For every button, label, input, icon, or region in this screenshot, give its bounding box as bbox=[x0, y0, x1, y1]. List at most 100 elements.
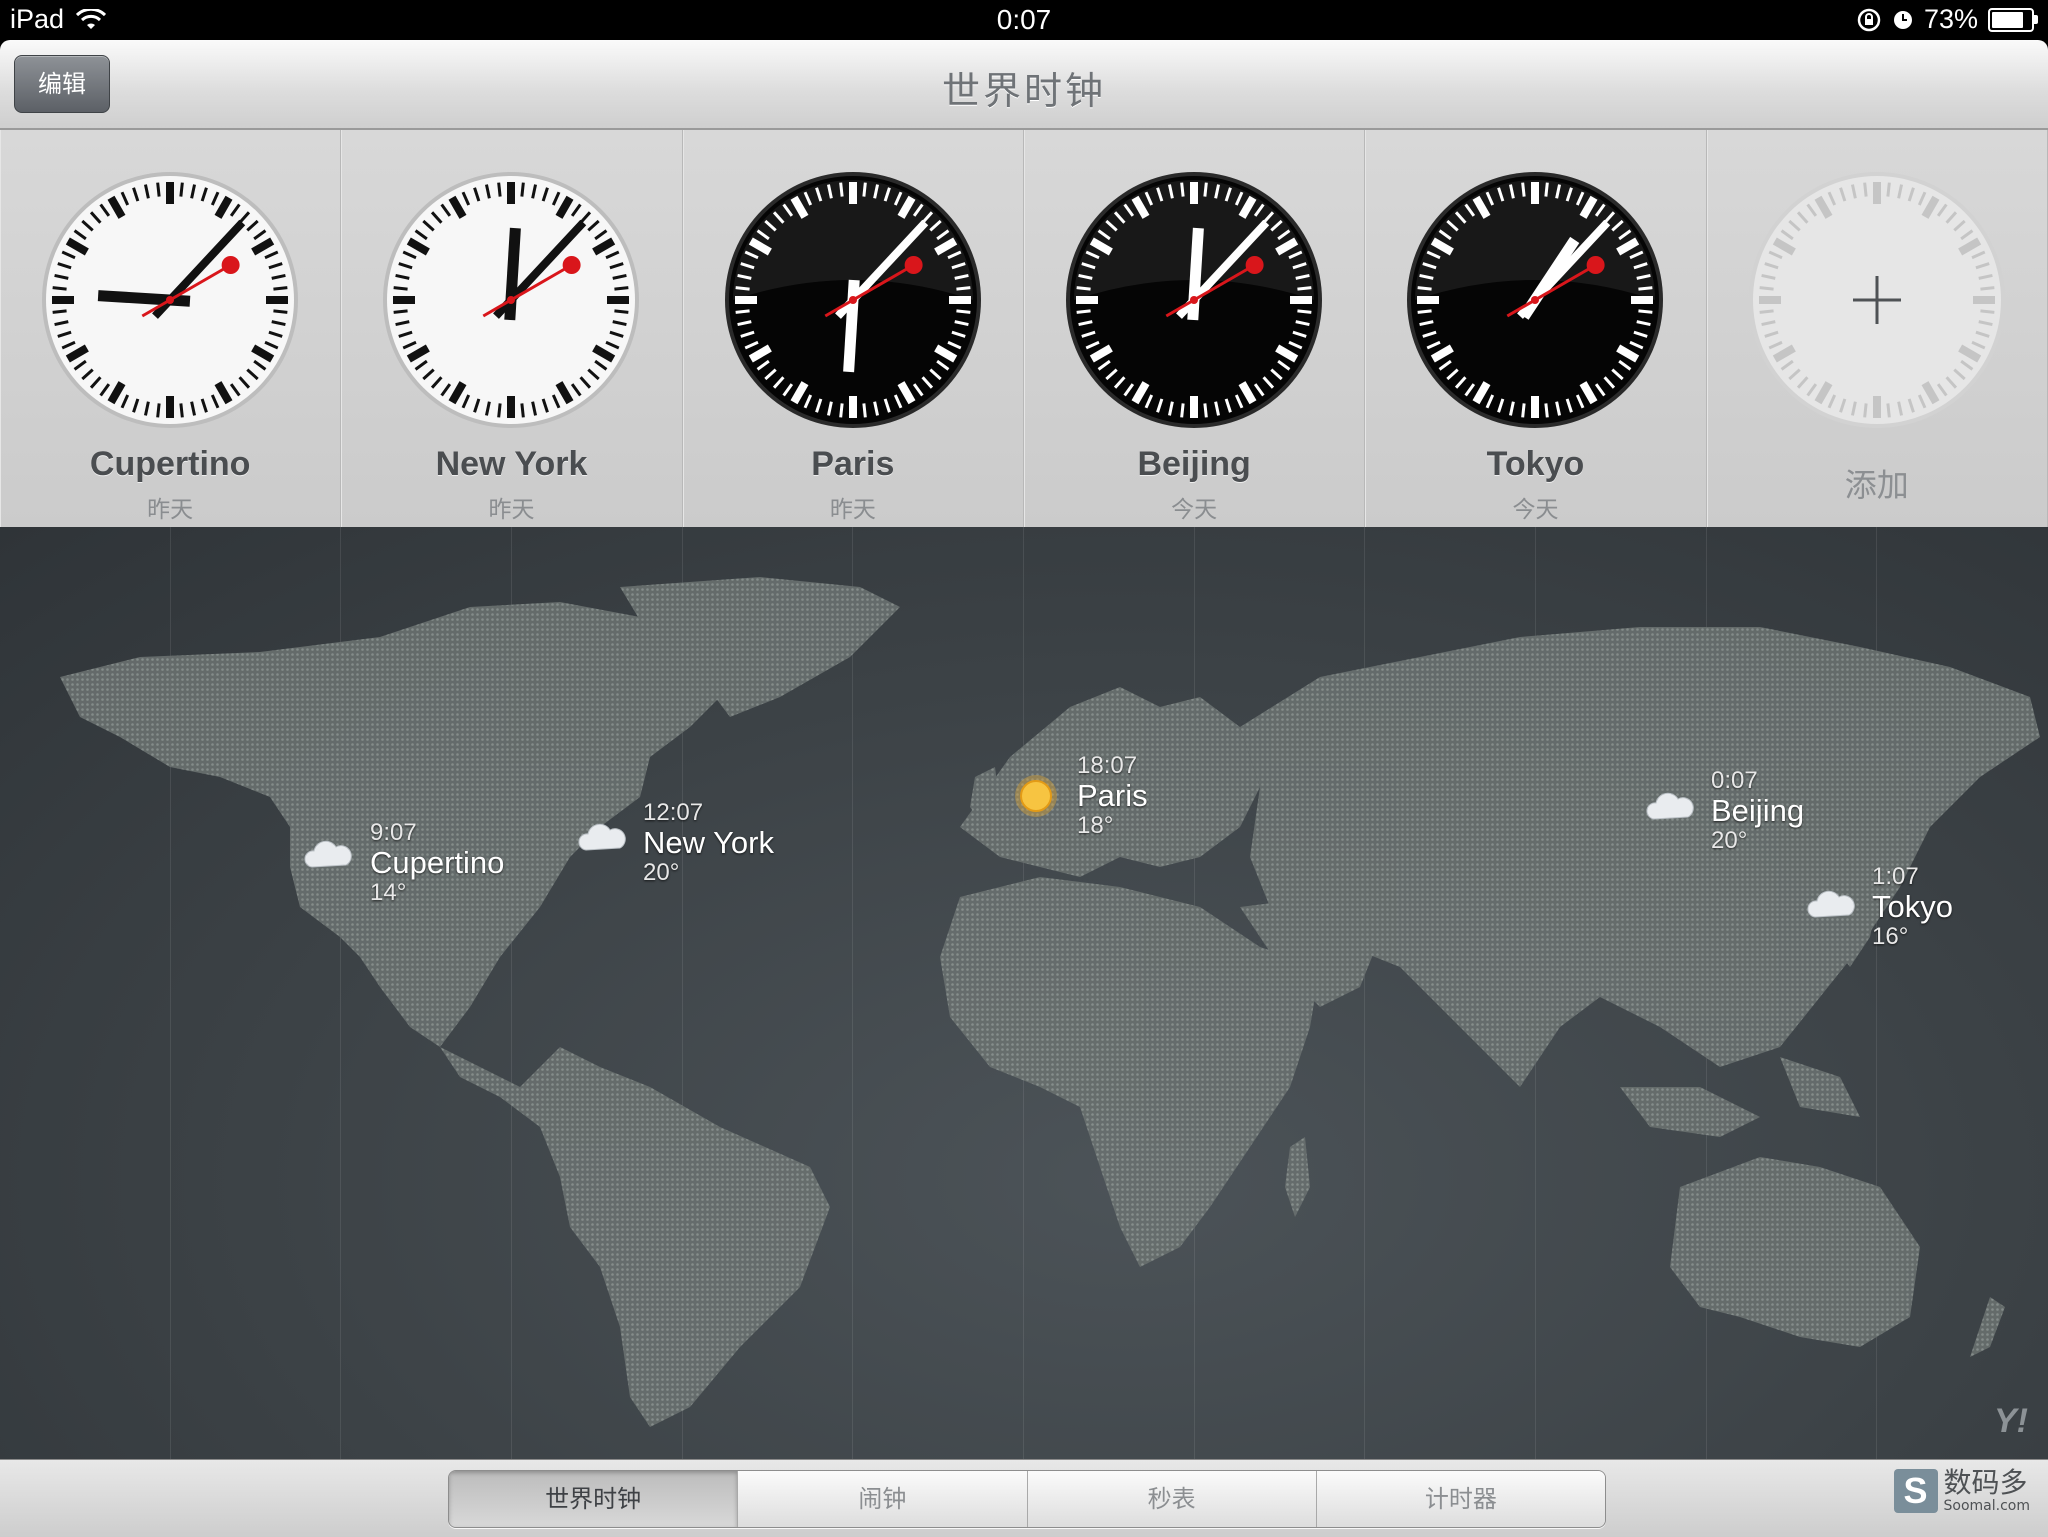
clock-center bbox=[507, 296, 516, 304]
soomal-logo-icon: S bbox=[1893, 1469, 1938, 1513]
clock-cell[interactable]: Beijing 今天 bbox=[1024, 130, 1366, 527]
clock-center bbox=[848, 296, 857, 304]
minute-tick bbox=[156, 403, 161, 418]
clock-cell[interactable]: New York 昨天 bbox=[341, 130, 683, 527]
add-clock-button[interactable]: 添加 bbox=[1707, 130, 2048, 527]
clock-day-label: 昨天 bbox=[488, 497, 535, 523]
pin-time: 18:07 bbox=[1077, 752, 1138, 779]
clock-day-label: 今天 bbox=[1171, 497, 1218, 523]
minute-tick bbox=[862, 182, 867, 197]
clock-cell[interactable]: Tokyo 今天 bbox=[1365, 130, 1707, 527]
minute-tick bbox=[1297, 309, 1312, 314]
watermark: S 数码多 Soomal.com bbox=[1893, 1468, 2030, 1514]
minute-tick bbox=[955, 286, 971, 291]
clock-cell[interactable]: Paris 昨天 bbox=[683, 130, 1024, 527]
pin-city: Paris bbox=[1077, 778, 1148, 813]
sun-icon bbox=[1015, 775, 1057, 817]
analog-clock bbox=[42, 172, 298, 428]
minute-tick bbox=[1297, 286, 1312, 291]
map-pin-new-york[interactable]: 12:07 New York 20° bbox=[643, 799, 774, 887]
clock-strip: Cupertino 昨天 New York 昨天 Paris 昨天 Beijin… bbox=[0, 130, 2048, 529]
analog-clock bbox=[724, 172, 981, 428]
minute-tick bbox=[393, 286, 409, 291]
second-hand-dot bbox=[1245, 256, 1264, 274]
minute-tick bbox=[1417, 286, 1433, 291]
clock-city-name: New York bbox=[435, 445, 588, 483]
tab-world-clock[interactable]: 世界时钟 bbox=[449, 1471, 739, 1527]
world-map: 9:07 Cupertino 14° 12:07 New York 20° 18… bbox=[0, 527, 2048, 1459]
map-pin-cupertino[interactable]: 9:07 Cupertino 14° bbox=[370, 819, 504, 907]
minute-tick bbox=[520, 403, 526, 418]
minute-tick bbox=[1886, 403, 1891, 418]
minute-tick bbox=[1979, 309, 1995, 314]
continents-map bbox=[60, 577, 2040, 1427]
minute-tick bbox=[1759, 286, 1774, 291]
segmented-control: 世界时钟 闹钟 秒表 计时器 bbox=[448, 1470, 1606, 1528]
pin-temperature: 16° bbox=[1872, 923, 1909, 950]
minute-tick bbox=[1544, 182, 1550, 197]
second-hand-dot bbox=[904, 256, 923, 274]
minute-tick bbox=[52, 309, 67, 314]
yahoo-logo: Y! bbox=[1994, 1402, 2028, 1440]
add-clock-icon bbox=[1748, 172, 2005, 428]
minute-tick bbox=[955, 309, 971, 314]
minute-tick bbox=[735, 286, 750, 291]
minute-tick bbox=[1180, 403, 1185, 418]
pin-time: 0:07 bbox=[1711, 767, 1758, 794]
minute-tick bbox=[1076, 309, 1091, 314]
second-hand-dot bbox=[1586, 256, 1605, 274]
minute-tick bbox=[1521, 403, 1526, 418]
battery-icon bbox=[1988, 7, 2038, 32]
minute-tick bbox=[1076, 286, 1091, 291]
clock-city-name: Tokyo bbox=[1486, 445, 1585, 483]
pin-city: New York bbox=[643, 825, 774, 860]
minute-tick bbox=[1203, 182, 1208, 197]
map-pin-beijing[interactable]: 0:07 Beijing 20° bbox=[1711, 767, 1804, 855]
minute-tick bbox=[520, 182, 526, 197]
cloud-icon bbox=[578, 823, 626, 851]
tab-stopwatch[interactable]: 秒表 bbox=[1027, 1471, 1317, 1527]
clock-day-label: 今天 bbox=[1512, 497, 1559, 523]
pin-temperature: 20° bbox=[643, 859, 680, 886]
minute-tick bbox=[735, 309, 750, 314]
clock-center bbox=[1531, 296, 1540, 304]
clock-cell[interactable]: Cupertino 昨天 bbox=[0, 130, 342, 527]
minute-tick bbox=[614, 286, 629, 291]
pin-time: 1:07 bbox=[1872, 863, 1919, 890]
minute-tick bbox=[179, 403, 184, 418]
status-bar: iPad 0:07 73% bbox=[0, 0, 2048, 40]
page-title: 世界时钟 bbox=[941, 69, 1106, 113]
cloud-icon bbox=[1807, 890, 1855, 918]
tab-alarm[interactable]: 闹钟 bbox=[738, 1471, 1028, 1527]
analog-clock bbox=[1065, 172, 1322, 428]
clock-center bbox=[1189, 296, 1198, 304]
orientation-lock-icon bbox=[1857, 8, 1881, 31]
minute-tick bbox=[179, 182, 184, 197]
cloud-icon bbox=[304, 840, 352, 868]
pin-temperature: 14° bbox=[370, 879, 407, 906]
pin-city: Cupertino bbox=[370, 845, 505, 880]
clock-day-label: 昨天 bbox=[829, 497, 876, 523]
minute-tick bbox=[1521, 182, 1526, 197]
minute-tick bbox=[862, 403, 867, 418]
pin-temperature: 18° bbox=[1077, 812, 1114, 839]
minute-tick bbox=[156, 182, 161, 197]
minute-tick bbox=[1638, 286, 1653, 291]
minute-tick bbox=[838, 403, 844, 418]
analog-clock bbox=[1407, 172, 1664, 428]
minute-tick bbox=[1862, 403, 1868, 418]
minute-tick bbox=[497, 182, 502, 197]
minute-tick bbox=[614, 309, 629, 314]
clock-city-name: Paris bbox=[811, 445, 895, 483]
pin-city: Beijing bbox=[1711, 793, 1805, 828]
clock-city-name: Cupertino bbox=[89, 445, 251, 483]
map-pin-paris[interactable]: 18:07 Paris 18° bbox=[1077, 752, 1148, 840]
minute-tick bbox=[1638, 309, 1653, 314]
tab-timer[interactable]: 计时器 bbox=[1316, 1471, 1605, 1527]
minute-tick bbox=[1544, 403, 1550, 418]
tab-bar: 世界时钟 闹钟 秒表 计时器 S 数码多 Soomal.com bbox=[0, 1459, 2048, 1537]
clock-center bbox=[166, 296, 174, 304]
map-pin-tokyo[interactable]: 1:07 Tokyo 16° bbox=[1872, 863, 1953, 951]
watermark-site: Soomal.com bbox=[1943, 1498, 2030, 1514]
pin-temperature: 20° bbox=[1711, 827, 1748, 854]
